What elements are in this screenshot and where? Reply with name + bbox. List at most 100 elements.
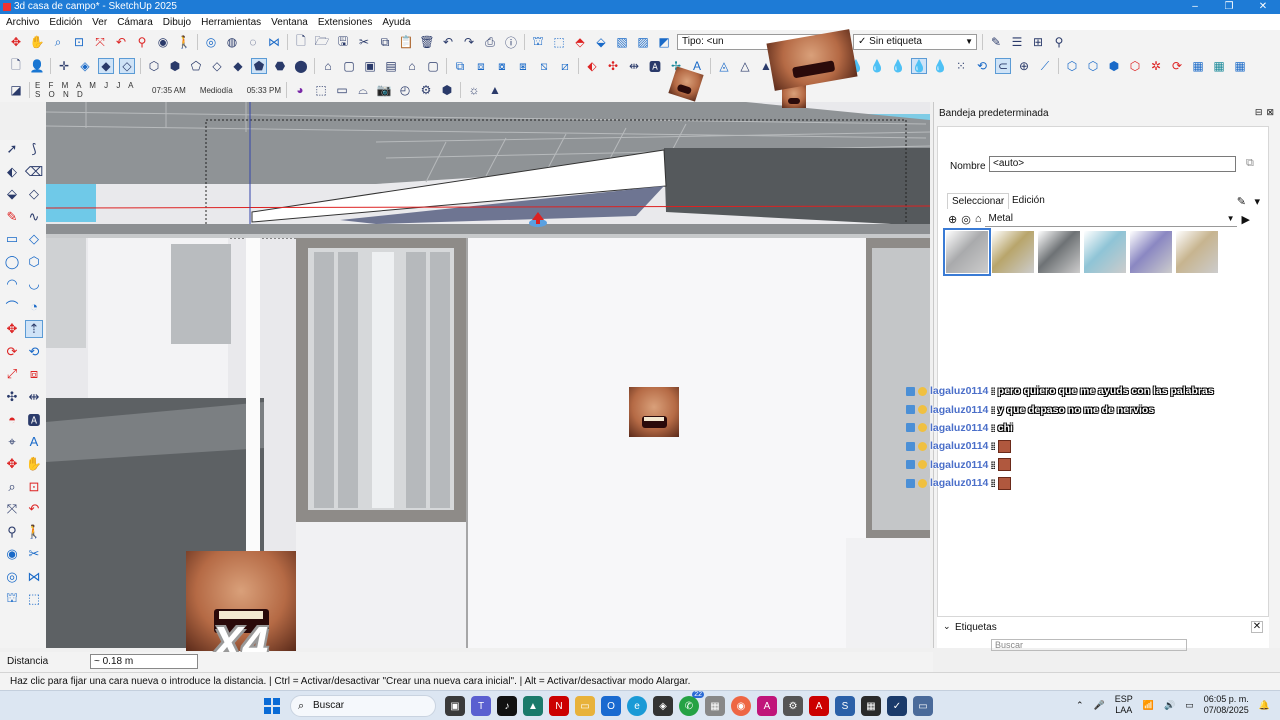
material-swatch[interactable] [992,231,1034,273]
tape-icon[interactable]: ✣ [3,388,21,406]
location-icon[interactable]: ⚲ [1051,34,1067,50]
polygon-icon[interactable]: ⬡ [25,253,43,271]
house-left-icon[interactable]: ▤ [383,58,399,74]
eraser-icon[interactable]: ⌫ [25,163,43,181]
scale-icon[interactable]: ⤢ [3,365,21,383]
house-right-icon[interactable]: ▢ [341,58,357,74]
material-swatch[interactable] [1084,231,1126,273]
axes-left-icon[interactable]: ⌖ [3,433,21,451]
profile-icon[interactable]: ◕ [292,82,308,98]
house-iso-icon[interactable]: ⌂ [404,58,420,74]
zoom-window-icon[interactable]: ⊡ [71,34,87,50]
steam-icon[interactable]: ✓ [887,696,907,716]
3d-text-tool-icon[interactable]: A [25,433,43,451]
menu-edicion[interactable]: Edición [49,17,82,28]
add-icon[interactable]: ⊕ [1016,58,1032,74]
undo-icon[interactable]: ↶ [440,34,456,50]
magnet-icon[interactable]: ⊂ [995,58,1011,74]
material-swatch[interactable] [943,228,991,276]
solid-4-icon[interactable]: ⬡ [1127,58,1143,74]
solid-6-icon[interactable]: ⟳ [1169,58,1185,74]
material-swatch[interactable] [1176,231,1218,273]
push-pull-icon[interactable]: ⇡ [25,320,43,338]
zoom-window-tool-icon[interactable]: ⊡ [25,478,43,496]
menu-ayuda[interactable]: Ayuda [382,17,410,28]
sun-icon[interactable]: ☼ [466,82,482,98]
clock[interactable]: 06:05 p. m. 07/08/2025 [1204,694,1249,716]
name-input[interactable]: <auto> [989,156,1236,172]
back-view-icon[interactable]: ◆ [230,58,246,74]
text-tool-icon[interactable]: 🅰 [25,410,43,428]
drop-5-icon[interactable]: 💧 [932,58,948,74]
tab-select[interactable]: Seleccionar [947,193,1010,209]
tag-tool-icon[interactable]: ⬙ [3,185,21,203]
line-icon[interactable]: ✎ [3,208,21,226]
orbit-tool-icon[interactable]: ✥ [3,455,21,473]
protractor-icon[interactable]: ◓ [3,410,21,428]
details-icon[interactable]: ▾ [1254,195,1260,208]
tiktok-icon[interactable]: ♪ [497,696,517,716]
zoom-extents-icon[interactable]: ⤧ [92,34,108,50]
pan-icon[interactable]: ✋ [29,34,45,50]
menu-ventana[interactable]: Ventana [271,17,308,28]
calculator-icon[interactable]: ▦ [705,696,725,716]
box-2-icon[interactable]: ▭ [334,82,350,98]
solid-7-icon[interactable]: ▦ [1190,58,1206,74]
redo-icon[interactable]: ↷ [461,34,477,50]
top-view-icon[interactable]: ⬢ [167,58,183,74]
measurements-input[interactable]: ~ 0.18 m [90,654,198,669]
tab-edit[interactable]: Edición [1008,193,1049,208]
netflix-icon[interactable]: N [549,696,569,716]
rotated-rect-icon[interactable]: ◇ [25,230,43,248]
erase-icon[interactable]: 🗑 [419,34,435,50]
close-icon[interactable]: ⊠ [1266,107,1274,118]
freehand-icon[interactable]: ∿ [25,208,43,226]
previous-tool-icon[interactable]: ↶ [25,500,43,518]
drop-3-icon[interactable]: 💧 [890,58,906,74]
drop-2-icon[interactable]: 💧 [869,58,885,74]
component-5-icon[interactable]: ⧅ [536,58,552,74]
sandbox-2-icon[interactable]: △ [737,58,753,74]
xray-icon[interactable]: ◈ [77,58,93,74]
orbit-icon[interactable]: ✥ [8,34,24,50]
task-view-icon[interactable]: ▣ [445,696,465,716]
component-6-icon[interactable]: ⧄ [557,58,573,74]
solid-8-icon[interactable]: ▦ [1211,58,1227,74]
drop-4-icon[interactable]: 💧 [911,58,927,74]
gear-icon[interactable]: ⚙ [418,82,434,98]
taskbar-search[interactable]: ⌕ Buscar [290,695,436,717]
get-models-icon[interactable]: ⬚ [551,34,567,50]
position-camera-tool-icon[interactable]: ⚲ [3,523,21,541]
page-icon[interactable]: 🗋 [8,58,24,74]
walk-tool-icon[interactable]: 🚶 [25,523,43,541]
collapse-icon[interactable]: ⌄ [943,621,951,632]
language-indicator[interactable]: ESP LAA [1115,694,1133,716]
eraser-2-icon[interactable]: ◇ [25,185,43,203]
library-select[interactable]: Metal ▼ [985,212,1238,227]
house-top-icon[interactable]: ▢ [425,58,441,74]
arc-icon[interactable]: ◠ [3,275,21,293]
close-button[interactable]: ✕ [1246,0,1280,14]
teams-icon[interactable]: T [471,696,491,716]
maximize-button[interactable]: ❐ [1212,0,1246,14]
sketchup-task-icon[interactable]: S [835,696,855,716]
solid-icon[interactable]: ⬡ [1064,58,1080,74]
select-icon[interactable]: ➚ [3,140,21,158]
forward-icon[interactable]: ◎ [961,213,971,226]
look-around-tool-icon[interactable]: ◉ [3,545,21,563]
app-4-icon[interactable]: ▦ [861,696,881,716]
shaded-textures-icon[interactable]: ⬣ [272,58,288,74]
solid-9-icon[interactable]: ▦ [1232,58,1248,74]
new-file-icon[interactable]: 🗋 [293,34,309,50]
pan-tool-icon[interactable]: ✋ [25,455,43,473]
volume-icon[interactable]: 🔊 [1164,700,1175,711]
box-icon[interactable]: ⬚ [313,82,329,98]
back-edges-icon[interactable]: ◆ [98,58,114,74]
component-3-icon[interactable]: ⧇ [494,58,510,74]
solid-5-icon[interactable]: ✲ [1148,58,1164,74]
axes-icon[interactable]: ✛ [56,58,72,74]
zoom-tool-icon[interactable]: ⌕ [3,478,21,496]
open-file-icon[interactable]: 🗁 [314,34,330,50]
back-icon[interactable]: ⊕ [948,213,957,226]
adobe-icon[interactable]: A [809,696,829,716]
